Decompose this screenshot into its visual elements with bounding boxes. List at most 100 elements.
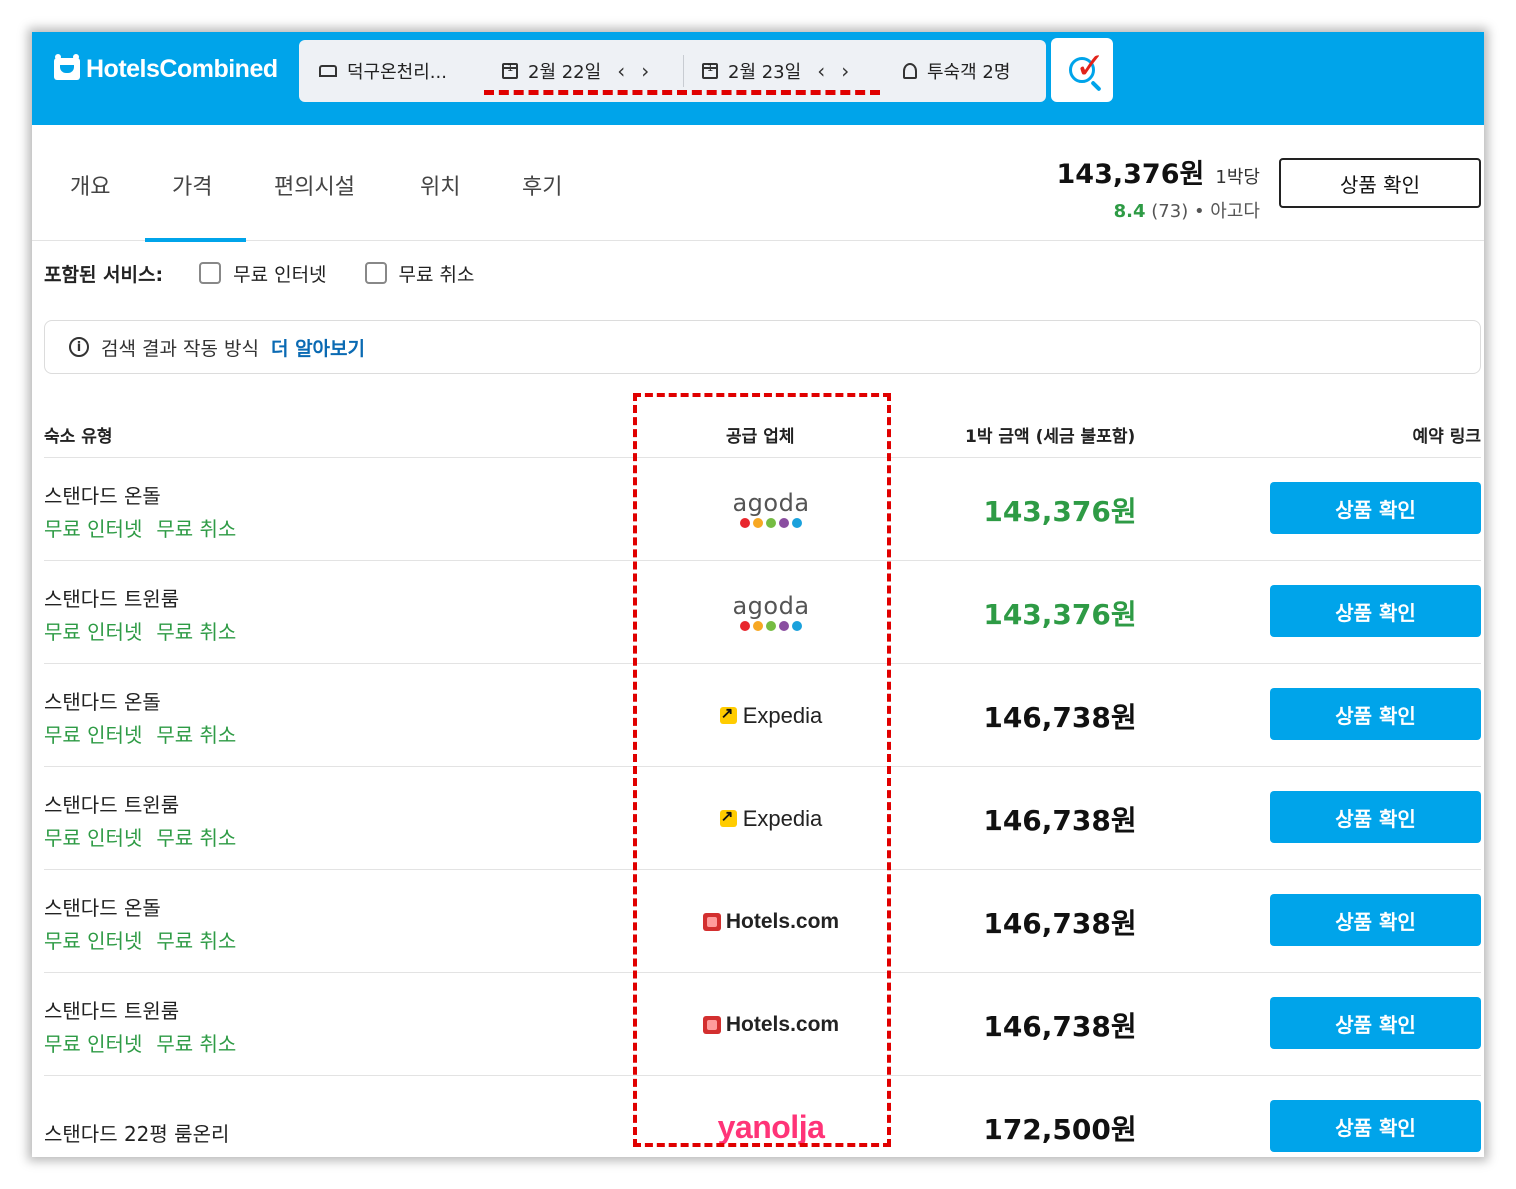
filters-label: 포함된 서비스: [44, 263, 164, 286]
view-deal-button[interactable]: 상품 확인 [1270, 585, 1481, 637]
vendor-logo[interactable]: agoda [642, 458, 900, 561]
view-deal-button[interactable]: 상품 확인 [1270, 894, 1481, 946]
hotels-com-icon [702, 1015, 721, 1034]
dot [765, 518, 776, 528]
nightly-price: 143,376원 [983, 494, 1137, 528]
user-icon [903, 63, 917, 79]
vendor-name: Expedia [742, 702, 823, 728]
room-type[interactable]: 스탠다드 트윈룸 [44, 583, 179, 612]
guests-text: 투숙객 2명 [927, 62, 1011, 83]
info-icon: i [69, 337, 89, 357]
dot [739, 518, 750, 528]
room-type[interactable]: 스탠다드 트윈룸 [44, 995, 179, 1024]
top-bar: HotelsCombined 덕구온천리... 2월 22일 ‹ › 2월 23… [32, 32, 1484, 125]
checkout-date: 2월 23일 [728, 62, 802, 83]
tab-location[interactable]: 위치 [420, 169, 460, 201]
filter-label: 무료 인터넷 [233, 263, 327, 286]
amenity-tag: 무료 인터넷 [44, 826, 143, 850]
vendor-logo[interactable]: Hotels.com [642, 870, 900, 973]
learn-more-link[interactable]: 더 알아보기 [271, 334, 365, 361]
tab-overview[interactable]: 개요 [70, 169, 110, 201]
search-button[interactable]: ✓ [1051, 38, 1113, 102]
amenity-tag: 무료 취소 [156, 517, 237, 541]
room-type[interactable]: 스탠다드 온돌 [44, 892, 161, 921]
filter-free-cancel[interactable]: 무료 취소 [364, 260, 475, 287]
divider [683, 55, 684, 87]
vendor-logo[interactable]: Expedia [642, 664, 900, 767]
amenity-tag: 무료 취소 [156, 620, 237, 644]
vendor-logo[interactable]: agoda [642, 561, 900, 664]
brand-name: HotelsCombined [86, 54, 278, 83]
room-type[interactable]: 스탠다드 트윈룸 [44, 789, 179, 818]
info-banner: i 검색 결과 작동 방식 더 알아보기 [44, 320, 1481, 374]
destination-text: 덕구온천리... [347, 62, 447, 83]
header-room-type: 숙소 유형 [44, 427, 113, 447]
tab-bar: 개요 가격 편의시설 위치 후기 [32, 125, 1484, 242]
browser-frame: HotelsCombined 덕구온천리... 2월 22일 ‹ › 2월 23… [32, 32, 1484, 1157]
table-row: 스탠다드 온돌 무료 인터넷 무료 취소 Hotels.com 146,738원 상품 확… [44, 870, 1481, 973]
dot [739, 621, 750, 631]
checkmark-icon: ✓ [1075, 46, 1106, 87]
hotels-com-logo: Hotels.com [702, 1012, 840, 1037]
view-deal-button[interactable]: 상품 확인 [1270, 688, 1481, 740]
filter-free-internet[interactable]: 무료 인터넷 [199, 260, 327, 287]
service-filters: 포함된 서비스: 무료 인터넷 무료 취소 [44, 258, 513, 288]
chevron-right-icon[interactable]: › [841, 59, 849, 83]
tab-price[interactable]: 가격 [172, 169, 212, 201]
chevron-left-icon[interactable]: ‹ [617, 59, 625, 83]
header-price: 1박 금액 (세금 불포함) [965, 427, 1136, 447]
checkbox[interactable] [364, 262, 387, 284]
room-tags: 무료 인터넷 무료 취소 [44, 1028, 236, 1057]
rating-score: 8.4 [1113, 201, 1146, 222]
nightly-price: 146,738원 [983, 1009, 1137, 1043]
room-type[interactable]: 스탠다드 온돌 [44, 686, 161, 715]
destination-field[interactable]: 덕구온천리... [319, 40, 447, 102]
amenity-tag: 무료 취소 [156, 723, 237, 747]
vendor-name: Hotels.com [725, 909, 840, 933]
chevron-left-icon[interactable]: ‹ [817, 59, 825, 83]
vendor-logo[interactable]: Expedia [642, 767, 900, 870]
table-row: 스탠다드 온돌무료 인터넷 무료 취소 Expedia 146,738원 상품 확인 [44, 664, 1481, 767]
amenity-tag: 무료 취소 [156, 929, 237, 953]
tab-reviews[interactable]: 후기 [522, 169, 562, 201]
vendor-name: agoda [732, 489, 810, 517]
agoda-logo: agoda [732, 594, 809, 631]
chevron-right-icon[interactable]: › [641, 59, 649, 83]
filter-label: 무료 취소 [398, 263, 475, 286]
expedia-icon [719, 807, 737, 827]
vendor-logo[interactable]: yanolja [642, 1076, 900, 1157]
dot [765, 621, 776, 631]
tab-amenities[interactable]: 편의시설 [274, 169, 355, 201]
dot [778, 621, 789, 631]
dot [791, 518, 802, 528]
amenity-tag: 무료 인터넷 [44, 929, 143, 953]
checkbox[interactable] [199, 262, 222, 284]
expedia-logo: Expedia [719, 805, 823, 832]
vendor-name: yanolja [717, 1109, 825, 1145]
vendor-name: Expedia [742, 805, 823, 831]
amenity-tag: 무료 취소 [156, 826, 237, 850]
view-deal-button[interactable]: 상품 확인 [1270, 482, 1481, 534]
table-row: 스탠다드 트윈룸 무료 인터넷 무료 취소 agoda 143,376원 상품 확인 [44, 561, 1481, 664]
room-tags: 무료 인터넷 무료 취소 [44, 719, 236, 748]
header-booking-link: 예약 링크 [1412, 427, 1481, 447]
dot [778, 518, 789, 528]
bed-icon [319, 65, 337, 77]
brand-logo[interactable]: HotelsCombined [54, 54, 278, 84]
amenity-tag: 무료 인터넷 [44, 517, 143, 541]
rating: 8.4 (73) • 아고다 [1057, 197, 1260, 223]
view-deal-button[interactable]: 상품 확인 [1270, 791, 1481, 843]
top-view-deal-button[interactable]: 상품 확인 [1279, 158, 1481, 208]
dot [791, 621, 802, 631]
room-type[interactable]: 스탠다드 22평 룸온리 [44, 1118, 229, 1147]
calendar-icon [702, 63, 718, 79]
nightly-price: 146,738원 [983, 803, 1137, 837]
view-deal-button[interactable]: 상품 확인 [1270, 997, 1481, 1049]
vendor-logo[interactable]: Hotels.com [642, 973, 900, 1076]
view-deal-button[interactable]: 상품 확인 [1270, 1100, 1481, 1152]
guests-field[interactable]: 투숙객 2명 [903, 40, 1010, 102]
vendor-name: Hotels.com [725, 1012, 840, 1036]
room-type[interactable]: 스탠다드 온돌 [44, 480, 161, 509]
table-row: 스탠다드 트윈룸무료 인터넷 무료 취소 Expedia 146,738원 상품 확인 [44, 767, 1481, 870]
info-text: 검색 결과 작동 방식 [101, 337, 259, 360]
